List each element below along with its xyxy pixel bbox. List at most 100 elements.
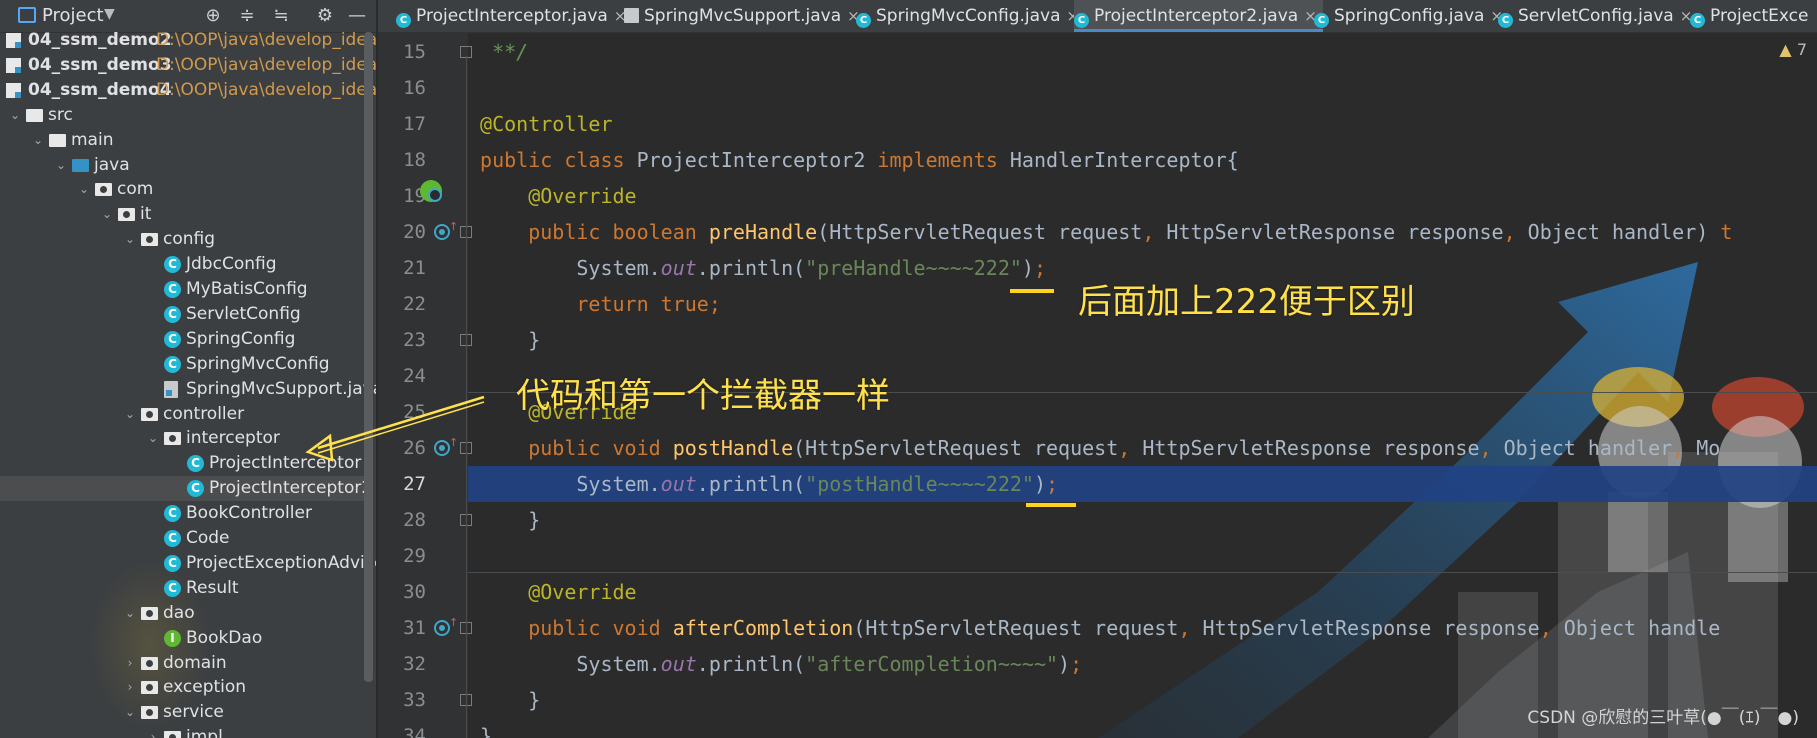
implements-method-icon[interactable]: ↑: [434, 436, 458, 456]
tree-item[interactable]: C SpringMvcConfig: [0, 352, 370, 377]
spring-bean-icon[interactable]: [420, 180, 442, 202]
line-number[interactable]: 23: [378, 322, 426, 358]
tree-item[interactable]: C Code: [0, 526, 370, 551]
tree-item-label: 04_ssm_demo4: [28, 79, 172, 100]
code-line[interactable]: public void postHandle(HttpServletReques…: [468, 430, 1817, 466]
chevron-down-icon[interactable]: ⌄: [54, 153, 68, 178]
tree-item[interactable]: C SpringConfig: [0, 327, 370, 352]
line-number[interactable]: 33: [378, 682, 426, 718]
editor-tab[interactable]: C ServletConfig.java ×: [1498, 0, 1698, 32]
chevron-down-icon[interactable]: ▼: [104, 6, 115, 22]
editor-tab[interactable]: SpringMvcSupport.java ×: [624, 0, 866, 32]
line-number[interactable]: 16: [378, 70, 426, 106]
tree-item[interactable]: › impl: [0, 725, 370, 738]
tree-item[interactable]: C ServletConfig: [0, 302, 370, 327]
code-line[interactable]: public void afterCompletion(HttpServletR…: [468, 610, 1817, 646]
chevron-down-icon[interactable]: ⌄: [123, 227, 137, 252]
chevron-right-icon[interactable]: ›: [123, 675, 137, 700]
warning-icon: ▲: [1779, 40, 1792, 59]
tree-item[interactable]: 04_ssm_demo4 D:\OOP\java\develop_idea\: [0, 78, 378, 103]
editor-tab[interactable]: C ProjectInterceptor.java ×: [396, 0, 632, 32]
locate-icon[interactable]: ⊕: [202, 5, 224, 27]
chevron-right-icon[interactable]: ›: [146, 725, 160, 738]
code-line[interactable]: **/: [468, 34, 1817, 70]
tree-item[interactable]: I BookDao: [0, 626, 370, 651]
inspection-widget[interactable]: ▲ 7: [1779, 40, 1807, 59]
line-number[interactable]: 31: [378, 610, 426, 646]
hide-icon[interactable]: —: [346, 5, 368, 27]
tree-item[interactable]: 04_ssm_demo2 D:\OOP\java\develop_idea\: [0, 28, 378, 53]
code-line[interactable]: }: [468, 322, 1817, 358]
line-number[interactable]: 15: [378, 34, 426, 70]
code-line[interactable]: public class ProjectInterceptor2 impleme…: [468, 142, 1817, 178]
code-line[interactable]: @Override: [468, 178, 1817, 214]
line-number[interactable]: 18: [378, 142, 426, 178]
chevron-down-icon[interactable]: ⌄: [123, 700, 137, 725]
tree-item[interactable]: C BookController: [0, 501, 370, 526]
tree-item[interactable]: C Result: [0, 576, 370, 601]
line-number[interactable]: 30: [378, 574, 426, 610]
project-scrollbar[interactable]: [364, 32, 373, 682]
code-line[interactable]: [468, 538, 1817, 574]
editor-tab[interactable]: C ProjectExce: [1690, 0, 1814, 32]
chevron-down-icon[interactable]: ⌄: [31, 128, 45, 153]
current-code-line[interactable]: System.out.println("postHandle~~~~222");: [468, 466, 1817, 502]
gear-icon[interactable]: ⚙: [314, 5, 336, 27]
editor-tab[interactable]: C ProjectInterceptor2.java ×: [1074, 0, 1323, 32]
line-number[interactable]: 22: [378, 286, 426, 322]
tree-item[interactable]: › domain: [0, 651, 370, 676]
code-line[interactable]: @Override: [468, 574, 1817, 610]
tree-item[interactable]: ⌄ dao: [0, 601, 370, 626]
line-number[interactable]: 29: [378, 538, 426, 574]
tree-item[interactable]: ⌄ src: [0, 103, 370, 128]
tree-item[interactable]: ⌄ com: [0, 177, 370, 202]
chevron-down-icon[interactable]: ⌄: [8, 103, 22, 128]
chevron-down-icon[interactable]: ⌄: [146, 426, 160, 451]
code-line[interactable]: }: [468, 502, 1817, 538]
line-number[interactable]: 24: [378, 358, 426, 394]
line-number[interactable]: 20: [378, 214, 426, 250]
line-number[interactable]: 27: [378, 466, 426, 502]
tree-item[interactable]: C ProjectInterceptor: [0, 451, 370, 476]
implements-method-icon[interactable]: ↑: [434, 616, 458, 636]
tree-item[interactable]: ⌄ config: [0, 227, 370, 252]
tree-item[interactable]: ⌄ java: [0, 153, 370, 178]
chevron-down-icon[interactable]: ⌄: [77, 177, 91, 202]
tree-item[interactable]: C MyBatisConfig: [0, 277, 370, 302]
tree-item[interactable]: C JdbcConfig: [0, 252, 370, 277]
tree-item[interactable]: ⌄ it: [0, 202, 370, 227]
tree-item[interactable]: › exception: [0, 675, 370, 700]
line-number[interactable]: 28: [378, 502, 426, 538]
collapse-all-icon[interactable]: ≒: [270, 5, 292, 27]
project-panel-title[interactable]: Project: [42, 5, 104, 26]
code-line[interactable]: public boolean preHandle(HttpServletRequ…: [468, 214, 1817, 250]
implements-method-icon[interactable]: ↑: [434, 220, 458, 240]
code-line[interactable]: [468, 70, 1817, 106]
expand-all-icon[interactable]: ≑: [236, 5, 258, 27]
tree-item[interactable]: ⌄ interceptor: [0, 426, 370, 451]
tree-item[interactable]: ⌄ main: [0, 128, 370, 153]
line-number[interactable]: 34: [378, 718, 426, 738]
line-number[interactable]: 17: [378, 106, 426, 142]
chevron-down-icon[interactable]: ⌄: [123, 601, 137, 626]
tree-item[interactable]: 04_ssm_demo3 D:\OOP\java\develop_idea\: [0, 53, 378, 78]
chevron-down-icon[interactable]: ⌄: [123, 402, 137, 427]
editor-tab[interactable]: C SpringMvcConfig.java ×: [856, 0, 1085, 32]
tree-item[interactable]: C ProjectExceptionAdvice: [0, 551, 378, 576]
line-number[interactable]: 21: [378, 250, 426, 286]
tree-item[interactable]: ⌄ controller: [0, 402, 370, 427]
code-line[interactable]: @Controller: [468, 106, 1817, 142]
line-number[interactable]: 19: [378, 178, 426, 214]
tree-item[interactable]: C ProjectInterceptor2: [0, 476, 372, 502]
line-number[interactable]: 26: [378, 430, 426, 466]
editor-tab-label: SpringConfig.java: [1334, 6, 1485, 26]
editor-tab[interactable]: C SpringConfig.java ×: [1314, 0, 1509, 32]
tree-item[interactable]: ⌄ service: [0, 700, 370, 725]
chevron-down-icon[interactable]: ⌄: [100, 202, 114, 227]
line-number[interactable]: 25: [378, 394, 426, 430]
code-line[interactable]: System.out.println("afterCompletion~~~~"…: [468, 646, 1817, 682]
package-icon: [95, 183, 112, 197]
line-number[interactable]: 32: [378, 646, 426, 682]
chevron-right-icon[interactable]: ›: [123, 651, 137, 676]
tree-item[interactable]: SpringMvcSupport.java: [0, 377, 378, 402]
